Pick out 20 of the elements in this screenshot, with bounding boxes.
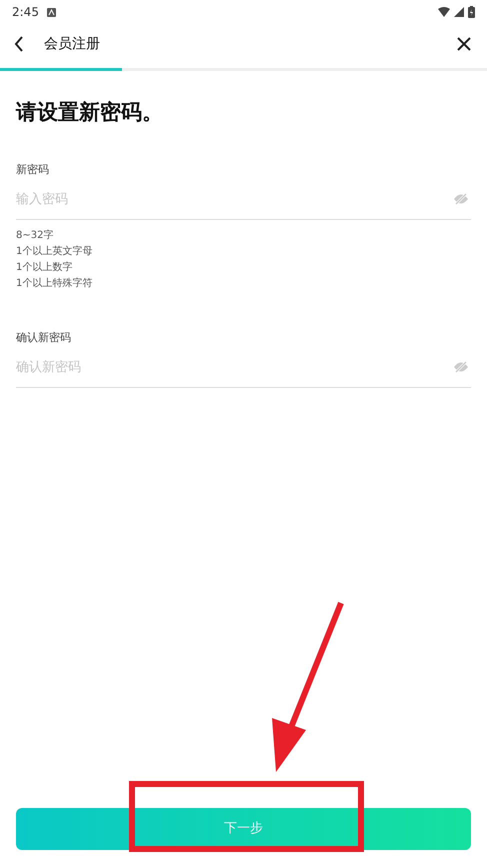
signal-icon xyxy=(454,7,464,17)
status-time: 2:45 xyxy=(12,4,39,21)
requirement-text: 1个以上数字 xyxy=(16,260,74,274)
notification-icon xyxy=(46,8,56,16)
password-field[interactable]: 输入密码 xyxy=(16,182,471,220)
wifi-icon xyxy=(438,7,450,17)
field-label: 新密码 xyxy=(16,162,50,178)
app-title: 会员注册 xyxy=(44,34,101,54)
field-label: 确认新密码 xyxy=(16,330,72,346)
requirement-text: 1个以上特殊字符 xyxy=(16,276,94,290)
back-icon[interactable] xyxy=(14,36,24,52)
visibility-toggle-icon[interactable] xyxy=(453,193,469,205)
password-field[interactable]: 确认新密码 xyxy=(16,350,471,388)
next-button[interactable]: 下一步 xyxy=(16,808,471,850)
requirement-text: 8~32字 xyxy=(16,228,54,242)
page-heading: 请设置新密码。 xyxy=(16,99,164,126)
visibility-toggle-icon[interactable] xyxy=(453,361,469,373)
battery-icon xyxy=(468,6,475,18)
close-icon[interactable] xyxy=(457,37,471,51)
requirement-text: 1个以上英文字母 xyxy=(16,244,94,258)
